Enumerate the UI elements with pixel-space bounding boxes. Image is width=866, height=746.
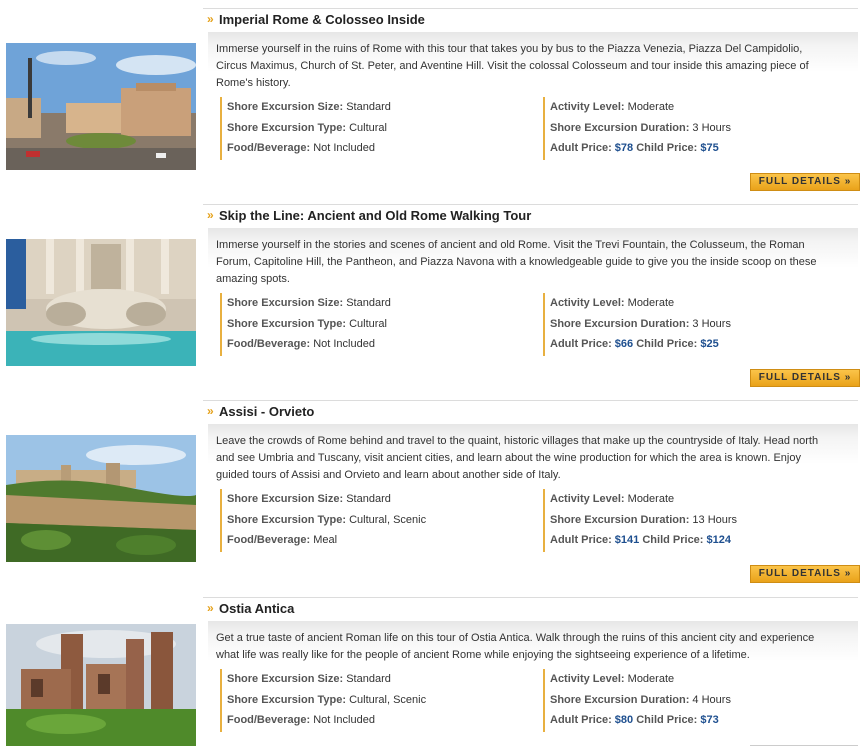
tour-title[interactable]: Imperial Rome & Colosseo Inside (219, 12, 425, 27)
tour-header: » Ostia Antica (203, 597, 858, 620)
chevron-right-icon: » (207, 12, 214, 26)
details-left: Shore Excursion Size: Standard Shore Exc… (220, 669, 532, 732)
trevi-fountain-photo[interactable] (6, 239, 196, 366)
size-label: Shore Excursion Size: (227, 297, 344, 309)
tour-title[interactable]: Assisi - Orvieto (219, 404, 314, 419)
tour-title[interactable]: Skip the Line: Ancient and Old Rome Walk… (219, 208, 531, 223)
food-label: Food/Beverage: (227, 142, 311, 154)
adult-price-label: Adult Price: (550, 714, 612, 726)
activity-label: Activity Level: (550, 101, 625, 113)
full-details-button[interactable]: FULL DETAILS » (750, 369, 860, 387)
type-value: Cultural, Scenic (349, 693, 427, 706)
food-label: Food/Beverage: (227, 534, 311, 546)
activity-label: Activity Level: (550, 493, 625, 505)
tour-details: Immerse yourself in the ruins of Rome wi… (208, 32, 858, 178)
duration-label: Shore Excursion Duration: (550, 317, 690, 330)
activity-value: Moderate (627, 101, 675, 113)
activity-value: Moderate (627, 297, 675, 309)
food-value: Meal (313, 534, 338, 546)
adult-price: $141 (614, 534, 640, 546)
duration-label: Shore Excursion Duration: (550, 121, 690, 134)
food-value: Not Included (313, 142, 375, 154)
adult-price-label: Adult Price: (550, 338, 612, 350)
food-label: Food/Beverage: (227, 714, 311, 726)
piazza-venezia-photo[interactable] (6, 43, 196, 170)
child-price-label: Child Price: (636, 338, 698, 350)
child-price-label: Child Price: (636, 142, 698, 154)
child-price: $73 (700, 714, 719, 726)
tour-details: Leave the crowds of Rome behind and trav… (208, 424, 858, 570)
duration-value: 3 Hours (692, 121, 731, 134)
activity-value: Moderate (627, 673, 675, 685)
ostia-ruins-photo[interactable] (6, 624, 196, 746)
type-value: Cultural, Scenic (349, 513, 427, 526)
tour-description: Get a true taste of ancient Roman life o… (216, 632, 815, 661)
adult-price-label: Adult Price: (550, 142, 612, 154)
tour-header: » Imperial Rome & Colosseo Inside (203, 8, 858, 31)
activity-label: Activity Level: (550, 297, 625, 309)
tour-header: » Skip the Line: Ancient and Old Rome Wa… (203, 204, 858, 227)
chevron-right-icon: » (207, 404, 214, 418)
tour-description: Leave the crowds of Rome behind and trav… (216, 435, 819, 481)
child-price-label: Child Price: (636, 714, 698, 726)
food-value: Not Included (313, 338, 375, 350)
duration-label: Shore Excursion Duration: (550, 693, 690, 706)
size-value: Standard (346, 673, 391, 685)
tour-description: Immerse yourself in the ruins of Rome wi… (216, 43, 809, 89)
child-price: $75 (700, 142, 719, 154)
size-value: Standard (346, 101, 391, 113)
child-price: $25 (700, 338, 719, 350)
size-value: Standard (346, 297, 391, 309)
adult-price: $66 (614, 338, 634, 350)
type-value: Cultural (349, 121, 387, 134)
tour-description: Immerse yourself in the stories and scen… (216, 239, 817, 285)
activity-label: Activity Level: (550, 673, 625, 685)
chevron-right-icon: » (207, 601, 214, 615)
size-label: Shore Excursion Size: (227, 493, 344, 505)
type-value: Cultural (349, 317, 387, 330)
type-label: Shore Excursion Type: (227, 693, 346, 706)
adult-price-label: Adult Price: (550, 534, 612, 546)
details-left: Shore Excursion Size: Standard Shore Exc… (220, 489, 532, 552)
chevron-right-icon: » (207, 208, 214, 222)
adult-price: $80 (614, 714, 634, 726)
duration-value: 3 Hours (692, 317, 731, 330)
details-left: Shore Excursion Size: Standard Shore Exc… (220, 293, 532, 356)
full-details-button[interactable]: FULL DETAILS » (750, 173, 860, 191)
details-right: Activity Level: Moderate Shore Excursion… (543, 293, 845, 356)
duration-value: 4 Hours (692, 693, 731, 706)
details-right: Activity Level: Moderate Shore Excursion… (543, 489, 845, 552)
type-label: Shore Excursion Type: (227, 121, 346, 134)
tour-header: » Assisi - Orvieto (203, 400, 858, 423)
activity-value: Moderate (627, 493, 675, 505)
size-value: Standard (346, 493, 391, 505)
orvieto-hilltown-photo[interactable] (6, 435, 196, 562)
tour-title[interactable]: Ostia Antica (219, 601, 294, 616)
child-price: $124 (706, 534, 732, 546)
food-value: Not Included (313, 714, 375, 726)
adult-price: $78 (614, 142, 634, 154)
food-label: Food/Beverage: (227, 338, 311, 350)
duration-value: 13 Hours (692, 513, 738, 526)
type-label: Shore Excursion Type: (227, 513, 346, 526)
tour-details: Get a true taste of ancient Roman life o… (208, 621, 858, 746)
size-label: Shore Excursion Size: (227, 673, 344, 685)
details-right: Activity Level: Moderate Shore Excursion… (543, 669, 845, 732)
type-label: Shore Excursion Type: (227, 317, 346, 330)
details-right: Activity Level: Moderate Shore Excursion… (543, 97, 845, 160)
full-details-button[interactable]: FULL DETAILS » (750, 565, 860, 583)
duration-label: Shore Excursion Duration: (550, 513, 690, 526)
tour-details: Immerse yourself in the stories and scen… (208, 228, 858, 374)
size-label: Shore Excursion Size: (227, 101, 344, 113)
details-left: Shore Excursion Size: Standard Shore Exc… (220, 97, 532, 160)
child-price-label: Child Price: (642, 534, 704, 546)
